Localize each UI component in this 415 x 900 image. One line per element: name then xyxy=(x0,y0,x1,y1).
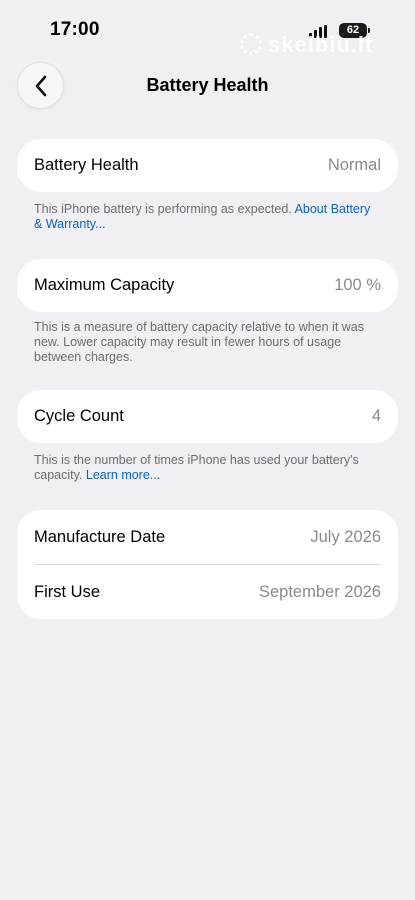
maximum-capacity-footnote: This is a measure of battery capacity re… xyxy=(34,320,365,364)
cycle-count-value: 4 xyxy=(371,407,381,425)
cycle-count-footnote-text: This is the number of times iPhone has u… xyxy=(34,453,359,482)
battery-health-screen: 17:00 62 skelbiu.lt Battery Health Batte… xyxy=(0,0,415,900)
maximum-capacity-label: Maximum Capacity xyxy=(34,276,175,294)
battery-health-footnote-text: This iPhone battery is performing as exp… xyxy=(34,202,295,216)
battery-health-value: Normal xyxy=(327,156,381,174)
manufacture-date-label: Manufacture Date xyxy=(34,528,166,546)
cycle-count-label: Cycle Count xyxy=(34,407,124,425)
dates-card: Manufacture Date July 2026 First Use Sep… xyxy=(17,510,398,619)
first-use-value: September 2026 xyxy=(258,582,381,601)
battery-health-row: Battery Health Normal xyxy=(17,139,398,192)
watermark-logo-icon xyxy=(240,33,262,55)
manufacture-date-row: Manufacture Date July 2026 xyxy=(17,510,398,565)
maximum-capacity-value: 100 % xyxy=(334,276,381,294)
status-time: 17:00 xyxy=(50,19,100,40)
cycle-count-row: Cycle Count 4 xyxy=(17,390,398,443)
manufacture-date-value: July 2026 xyxy=(310,528,381,546)
watermark-text: skelbiu.lt xyxy=(268,32,374,57)
cycle-count-footnote: This is the number of times iPhone has u… xyxy=(34,453,374,483)
maximum-capacity-row: Maximum Capacity 100 % xyxy=(17,259,398,312)
maximum-capacity-card: Maximum Capacity 100 % xyxy=(17,259,398,312)
battery-health-card: Battery Health Normal xyxy=(17,139,398,192)
battery-health-footnote: This iPhone battery is performing as exp… xyxy=(34,202,374,232)
battery-health-label: Battery Health xyxy=(34,156,139,174)
first-use-label: First Use xyxy=(34,582,100,601)
learn-more-link[interactable]: Learn more... xyxy=(86,468,160,482)
status-bar: 17:00 62 skelbiu.lt xyxy=(0,0,415,58)
page-title: Battery Health xyxy=(146,75,269,95)
cycle-count-card: Cycle Count 4 xyxy=(17,390,398,443)
first-use-row: First Use September 2026 xyxy=(17,565,398,619)
watermark: skelbiu.lt xyxy=(240,32,373,58)
